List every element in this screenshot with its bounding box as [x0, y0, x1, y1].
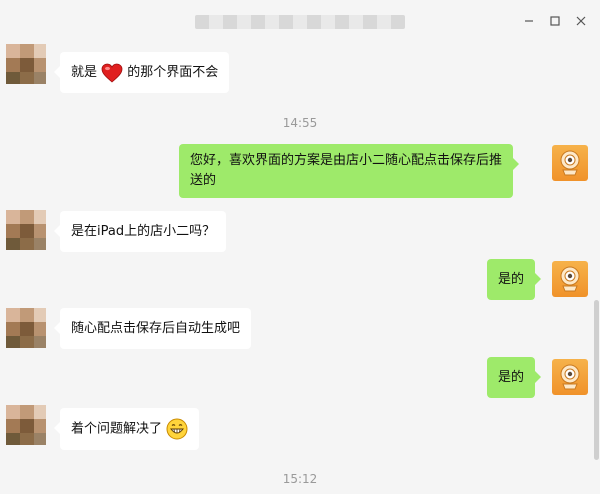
chat-title-redacted — [195, 15, 405, 29]
message-bubble-incoming[interactable]: 是在iPad上的店小二吗？ — [53, 211, 227, 252]
robot-icon — [560, 266, 580, 292]
title-bar — [0, 0, 600, 42]
message-text: 着个问题解决了 — [71, 421, 163, 437]
message-text: 就是 — [71, 65, 98, 80]
maximize-button[interactable] — [546, 12, 564, 30]
message-text: 是的 — [498, 272, 525, 287]
message-text: 随心配点击保存后自动生成吧 — [71, 321, 241, 336]
contact-avatar[interactable] — [6, 44, 46, 84]
contact-avatar[interactable] — [6, 308, 46, 348]
maximize-icon — [550, 16, 560, 26]
red-heart-emoji-icon — [101, 63, 123, 83]
message-bubble-outgoing[interactable]: 您好，喜欢界面的方案是由店小二随心配点击保存后推 送的 — [179, 144, 520, 198]
contact-avatar[interactable] — [6, 405, 46, 445]
self-avatar-robot-icon[interactable] — [552, 145, 588, 181]
contact-avatar[interactable] — [6, 210, 46, 250]
message-bubble-outgoing[interactable]: 是的 — [487, 357, 542, 398]
chat-area[interactable]: 就是 的那个界面不会 14:55 您好，喜欢界面的方案是由店小二随心配点击保存后… — [0, 42, 600, 494]
self-avatar-robot-icon[interactable] — [552, 261, 588, 297]
message-text-line: 您好，喜欢界面的方案是由店小二随心配点击保存后推 — [190, 153, 503, 168]
grin-emoji-icon — [166, 418, 188, 440]
self-avatar-robot-icon[interactable] — [552, 359, 588, 395]
timestamp: 14:55 — [282, 116, 318, 130]
minimize-icon — [525, 20, 533, 22]
message-bubble-incoming[interactable]: 随心配点击保存后自动生成吧 — [53, 308, 252, 349]
message-bubble-outgoing[interactable]: 是的 — [487, 259, 542, 300]
close-button[interactable] — [572, 12, 590, 30]
message-text: 是在iPad上的店小二吗？ — [71, 224, 216, 239]
timestamp: 15:12 — [282, 472, 318, 486]
message-bubble-incoming[interactable]: 着个问题解决了 — [53, 408, 200, 450]
scrollbar-thumb[interactable] — [594, 300, 599, 460]
minimize-button[interactable] — [520, 12, 538, 30]
robot-icon — [560, 364, 580, 390]
message-text-line: 送的 — [190, 173, 217, 188]
robot-icon — [560, 150, 580, 176]
message-text: 是的 — [498, 370, 525, 385]
message-bubble-incoming[interactable]: 就是 的那个界面不会 — [53, 52, 230, 93]
message-text: 的那个界面不会 — [127, 65, 219, 80]
close-icon — [576, 16, 586, 26]
